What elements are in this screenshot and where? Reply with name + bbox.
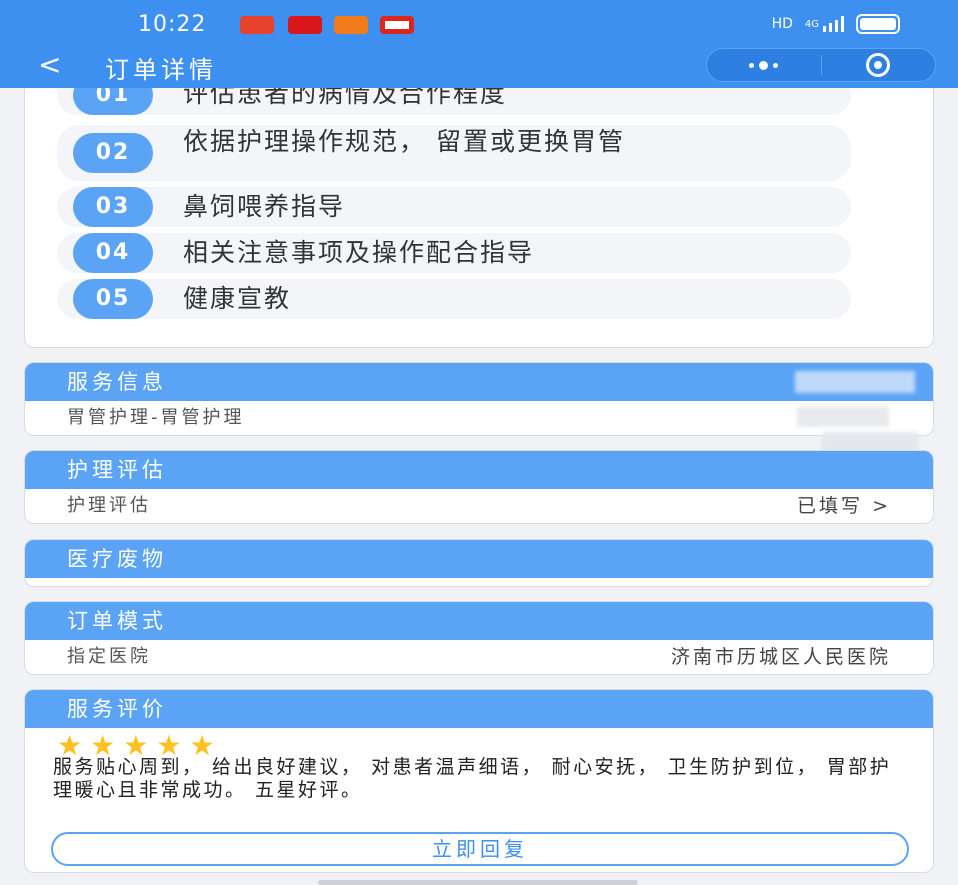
nursing-assessment-status[interactable]: 已填写 > — [797, 489, 891, 523]
more-dots-icon — [749, 60, 779, 70]
step-item: 02 依据护理操作规范， 留置或更换胃管 — [57, 125, 851, 181]
medical-waste-card: 医疗废物 — [24, 539, 934, 587]
status-bar: 10:22 HD 4G — [0, 0, 958, 48]
step-text: 鼻饲喂养指导 — [183, 192, 346, 221]
service-info-card: 服务信息 胃管护理-胃管护理 — [24, 362, 934, 436]
more-menu-button[interactable] — [707, 49, 821, 81]
page-title: 订单详情 — [105, 56, 217, 84]
step-item: 03 鼻饲喂养指导 — [57, 187, 851, 227]
order-mode-row: 指定医院 济南市历城区人民医院 — [25, 640, 933, 674]
step-number-badge: 04 — [73, 233, 153, 273]
notification-icon-2 — [288, 16, 322, 34]
close-program-button[interactable] — [822, 49, 936, 81]
step-number-badge: 03 — [73, 187, 153, 227]
home-indicator — [318, 880, 638, 885]
notification-icon-1 — [240, 16, 274, 34]
top-bar: 10:22 HD 4G < 订单详情 — [0, 0, 958, 88]
step-text: 相关注意事项及操作配合指导 — [183, 238, 535, 267]
notification-icon-4 — [380, 16, 414, 34]
step-text: 依据护理操作规范， 留置或更换胃管 — [183, 127, 625, 156]
order-mode-heading: 订单模式 — [25, 602, 933, 640]
step-number-badge: 05 — [73, 279, 153, 319]
nursing-assessment-heading: 护理评估 — [25, 451, 933, 489]
blurred-region — [795, 371, 915, 393]
order-mode-card: 订单模式 指定医院 济南市历城区人民医院 — [24, 601, 934, 675]
medical-waste-heading: 医疗废物 — [25, 540, 933, 578]
signal-icon — [823, 16, 844, 32]
step-text: 健康宣教 — [183, 284, 292, 313]
service-item-name: 胃管护理-胃管护理 — [67, 407, 245, 428]
blurred-region — [797, 407, 889, 427]
mini-program-capsule — [706, 48, 936, 82]
review-heading: 服务评价 — [25, 690, 933, 728]
status-indicators: HD 4G — [772, 14, 900, 34]
review-text: 服务贴心周到， 给出良好建议， 对患者温声细语， 耐心安抚， 卫生防护到位， 胃… — [53, 756, 892, 801]
network-type: HD — [771, 16, 793, 32]
step-item: 04 相关注意事项及操作配合指导 — [57, 233, 851, 273]
order-mode-label: 指定医院 — [67, 646, 151, 667]
battery-icon — [856, 14, 900, 34]
order-detail-page: 10:22 HD 4G < 订单详情 01 评估患者的病情及合作程度 02 依据… — [0, 0, 958, 885]
signal-label: 4G — [804, 18, 819, 30]
notification-icon-3 — [334, 16, 368, 34]
nursing-assessment-row[interactable]: 护理评估 已填写 > — [25, 489, 933, 523]
target-icon — [866, 53, 891, 77]
hospital-name: 济南市历城区人民医院 — [670, 646, 891, 668]
step-item: 05 健康宣教 — [57, 279, 851, 319]
chevron-left-icon[interactable]: < — [38, 48, 61, 81]
title-bar: < 订单详情 — [0, 42, 958, 88]
nursing-assessment-card: 护理评估 护理评估 已填写 > — [24, 450, 934, 524]
step-number-badge: 02 — [73, 133, 153, 173]
reply-button[interactable]: 立即回复 — [51, 832, 909, 866]
status-time: 10:22 — [138, 12, 207, 37]
nursing-assessment-label: 护理评估 — [67, 495, 151, 516]
service-review-card: 服务评价 ★ ★ ★ ★ ★ 服务贴心周到， 给出良好建议， 对患者温声细语， … — [24, 689, 934, 873]
